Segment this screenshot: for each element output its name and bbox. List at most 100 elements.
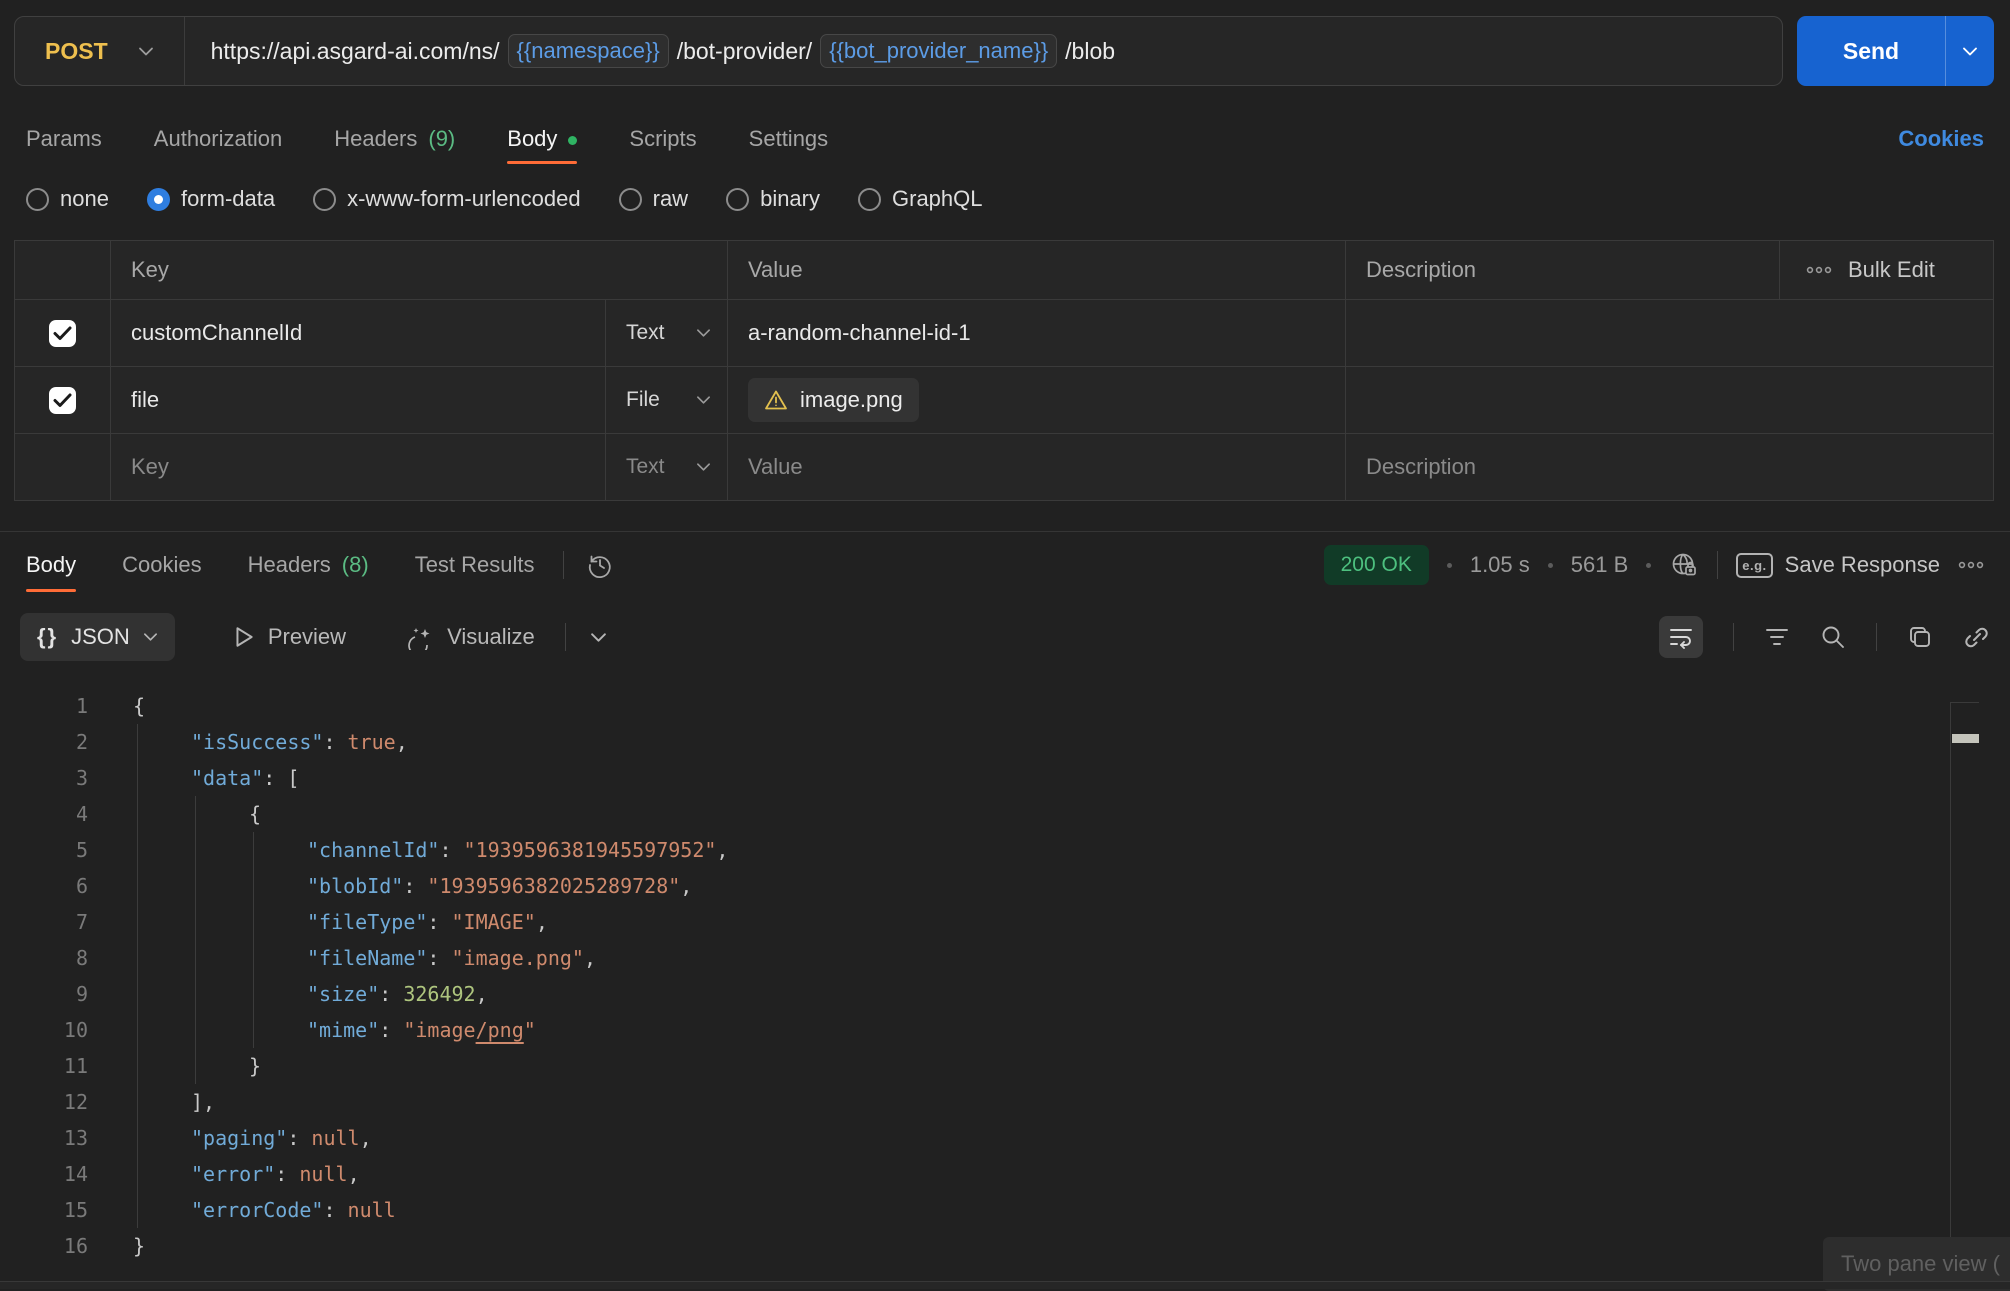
description-field[interactable] (1346, 367, 1993, 433)
code-text: "size": 326492, (307, 976, 488, 1012)
line-number: 9 (0, 976, 88, 1012)
chevron-down-icon[interactable] (590, 632, 607, 643)
body-mode-x-www-form-urlencoded[interactable]: x-www-form-urlencoded (313, 186, 581, 212)
format-select[interactable]: {} JSON (20, 613, 175, 661)
key-field[interactable]: file (111, 367, 606, 433)
status-badge[interactable]: 200 OK (1324, 545, 1429, 585)
description-field[interactable] (1346, 300, 1993, 366)
code-line: 16} (0, 1228, 2010, 1264)
tab-params[interactable]: Params (26, 108, 102, 170)
tab-label: Body (26, 552, 76, 578)
type-select[interactable]: Text (606, 300, 728, 366)
tab-body[interactable]: Body (507, 108, 577, 170)
send-button[interactable]: Send (1797, 16, 1945, 86)
code-line: 7"fileType": "IMAGE", (0, 904, 2010, 940)
radio-button (147, 188, 170, 211)
code-text: } (133, 1228, 145, 1264)
bulk-edit-label: Bulk Edit (1848, 257, 1935, 283)
description-field[interactable]: Description (1346, 434, 1993, 500)
code-line: 10"mime": "image/png" (0, 1012, 2010, 1048)
body-mode-none[interactable]: none (26, 186, 109, 212)
table-row: Key Text Value Description (15, 433, 1993, 500)
body-mode-form-data[interactable]: form-data (147, 186, 275, 212)
method-select[interactable]: POST (15, 38, 184, 65)
line-number: 7 (0, 904, 88, 940)
tab-settings[interactable]: Settings (749, 108, 829, 170)
response-tab-test-results[interactable]: Test Results (415, 532, 535, 598)
save-response-label: Save Response (1785, 552, 1940, 578)
cookies-link[interactable]: Cookies (1898, 126, 1984, 152)
body-mode-binary[interactable]: binary (726, 186, 820, 212)
body-mode-raw[interactable]: raw (619, 186, 688, 212)
type-select[interactable]: Text (606, 434, 728, 500)
scrollbar-handle[interactable] (1952, 734, 1979, 743)
key-field[interactable]: Key (111, 434, 606, 500)
key-field[interactable]: customChannelId (111, 300, 606, 366)
code-line: 2"isSuccess": true, (0, 724, 2010, 760)
value-field[interactable]: Value (728, 434, 1346, 500)
save-response-button[interactable]: e.g. Save Response (1736, 552, 1940, 578)
indent-guide (195, 832, 196, 868)
divider (1733, 623, 1734, 651)
url-variable-chip: {{namespace}} (508, 34, 669, 68)
tab-authorization[interactable]: Authorization (154, 108, 282, 170)
divider (1717, 551, 1718, 579)
wrap-text-icon[interactable] (1659, 616, 1703, 658)
row-checkbox[interactable] (49, 387, 76, 414)
chevron-down-icon (143, 632, 158, 642)
code-text: "data": [ (191, 760, 299, 796)
tab-label: Body (507, 126, 557, 152)
line-number: 14 (0, 1156, 88, 1192)
search-icon[interactable] (1820, 624, 1846, 650)
globe-lock-icon[interactable] (1669, 550, 1699, 580)
line-number: 6 (0, 868, 88, 904)
code-text: "errorCode": null (191, 1192, 396, 1228)
line-number: 11 (0, 1048, 88, 1084)
preview-button[interactable]: Preview (233, 624, 346, 650)
bulk-edit-button[interactable]: Bulk Edit (1780, 241, 1993, 299)
value-text: Value (748, 454, 803, 480)
body-mode-label: form-data (181, 186, 275, 212)
dot-separator (1548, 563, 1553, 568)
filter-icon[interactable] (1764, 626, 1790, 648)
row-checkbox-cell (15, 367, 111, 433)
value-field[interactable]: a-random-channel-id-1 (728, 300, 1346, 366)
preview-label: Preview (268, 624, 346, 650)
indent-guide (253, 904, 254, 940)
value-text: a-random-channel-id-1 (748, 320, 971, 346)
indent-guide (195, 868, 196, 904)
radio-button (619, 188, 642, 211)
header-checkbox-cell (15, 241, 111, 299)
description-text: Description (1366, 454, 1476, 480)
history-icon[interactable] (586, 551, 614, 579)
code-text: "error": null, (191, 1156, 360, 1192)
key-text: file (131, 387, 159, 413)
body-mode-graphql[interactable]: GraphQL (858, 186, 983, 212)
more-dots-icon[interactable] (1958, 560, 1984, 570)
url-input[interactable]: https://api.asgard-ai.com/ns/{{namespace… (185, 34, 1115, 68)
row-checkbox-cell (15, 434, 111, 500)
response-tab-body[interactable]: Body (26, 532, 76, 598)
visualize-button[interactable]: Visualize (408, 624, 535, 650)
row-checkbox[interactable] (49, 320, 76, 347)
type-select[interactable]: File (606, 367, 728, 433)
indent-guide (137, 1084, 138, 1120)
send-options-button[interactable] (1945, 16, 1994, 86)
type-label: Text (626, 455, 665, 479)
header-count-badge: (8) (342, 552, 369, 578)
response-tab-cookies[interactable]: Cookies (122, 532, 201, 598)
copy-icon[interactable] (1907, 624, 1933, 650)
indent-guide (137, 976, 138, 1012)
response-tab-headers[interactable]: Headers(8) (248, 532, 369, 598)
value-field[interactable]: image.png (728, 367, 1346, 433)
line-number: 13 (0, 1120, 88, 1156)
code-text: "fileName": "image.png", (307, 940, 596, 976)
play-icon (233, 625, 255, 649)
link-icon[interactable] (1963, 624, 1990, 651)
table-row: customChannelIdText a-random-channel-id-1 (15, 299, 1993, 366)
file-chip[interactable]: image.png (748, 378, 919, 422)
tab-headers[interactable]: Headers(9) (334, 108, 455, 170)
tab-scripts[interactable]: Scripts (629, 108, 696, 170)
response-meta: 200 OK 1.05 s 561 B e.g. Save Response (1324, 532, 1984, 598)
indent-guide (195, 940, 196, 976)
